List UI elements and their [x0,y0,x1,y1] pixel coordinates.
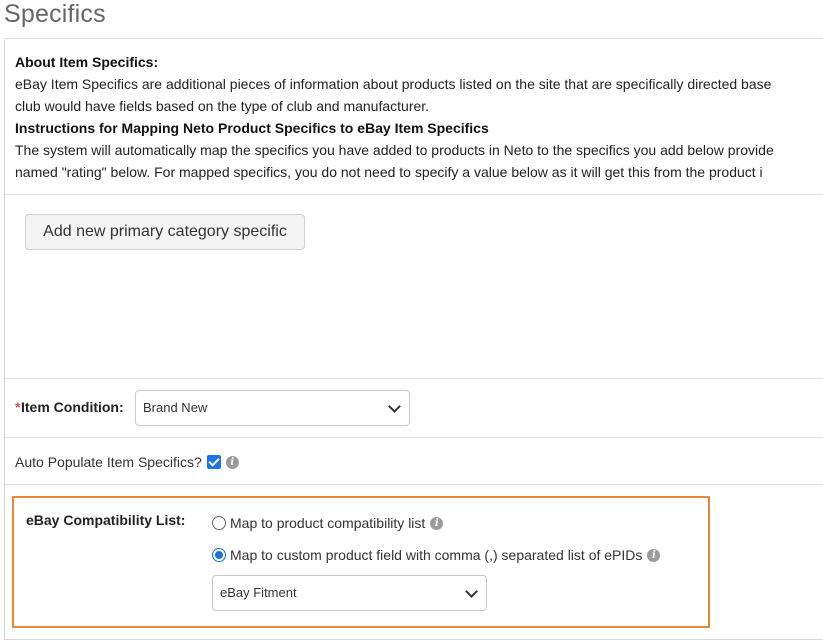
divider [5,484,823,485]
add-primary-category-specific-button[interactable]: Add new primary category specific [25,214,305,250]
chevron-down-icon [465,585,478,598]
chevron-down-icon [388,400,401,413]
info-block: About Item Specifics: eBay Item Specific… [15,51,823,183]
item-condition-select[interactable]: Brand New [135,390,410,426]
info-icon[interactable]: i [225,455,239,469]
divider [5,437,823,438]
compatibility-list-section: eBay Compatibility List: Map to product … [12,496,710,628]
divider [5,378,823,379]
radio-button-selected[interactable] [212,548,226,562]
item-condition-selected-value: Brand New [143,400,208,415]
auto-populate-checkbox[interactable] [206,455,221,469]
required-marker: * [15,399,21,415]
page-title: Specifics [4,0,106,28]
compatibility-list-label: eBay Compatibility List: [26,512,186,528]
info-icon[interactable]: i [430,516,444,530]
auto-populate-label: Auto Populate Item Specifics? [15,454,202,470]
info-icon[interactable]: i [647,548,661,562]
divider [5,194,823,195]
auto-populate-row: Auto Populate Item Specifics? i [15,454,239,470]
custom-field-select[interactable]: eBay Fitment [212,575,487,611]
option-label: Map to product compatibility list [230,515,426,531]
instructions-heading: Instructions for Mapping Neto Product Sp… [15,120,489,136]
instructions-text-line-1: The system will automatically map the sp… [15,142,774,158]
specifics-panel: About Item Specifics: eBay Item Specific… [4,38,823,640]
about-text-line-2: club would have fields based on the type… [15,98,430,114]
instructions-text-line-2: named "rating" below. For mapped specifi… [15,164,763,180]
compatibility-option-product-list[interactable]: Map to product compatibility list i [212,515,444,531]
option-label: Map to custom product field with comma (… [230,547,643,563]
radio-button[interactable] [212,516,226,530]
about-text-line-1: eBay Item Specifics are additional piece… [15,76,772,92]
custom-field-selected-value: eBay Fitment [220,585,297,600]
about-heading: About Item Specifics: [15,54,159,70]
compatibility-option-custom-field[interactable]: Map to custom product field with comma (… [212,547,661,563]
item-condition-label: Item Condition: [21,399,124,415]
